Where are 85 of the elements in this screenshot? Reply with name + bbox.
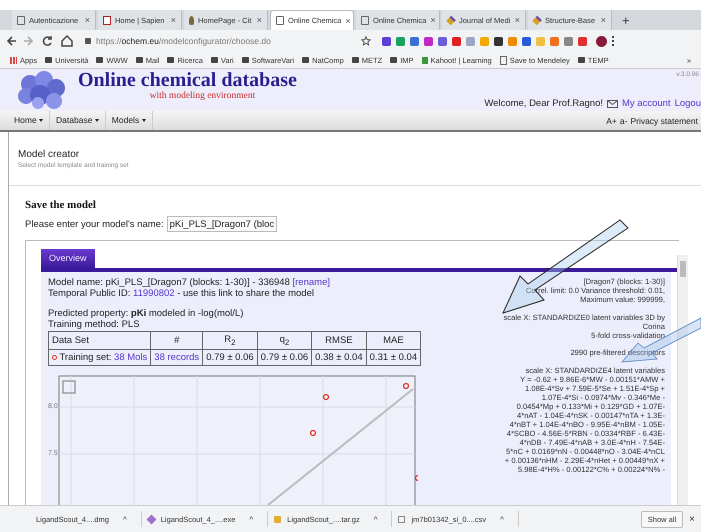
column-header: MAE: [366, 332, 421, 350]
model-name-field[interactable]: pKi_PLS_[Dragon7 (bloc: [166, 216, 277, 232]
new-tab-button[interactable]: +: [614, 12, 638, 28]
column-header: Data Set: [48, 332, 151, 350]
account-link[interactable]: My account: [622, 98, 671, 109]
column-header: q$_{2}$: [257, 332, 312, 350]
data-point: [310, 430, 316, 436]
close-icon[interactable]: ×: [600, 15, 606, 25]
caret-icon[interactable]: ^: [374, 514, 378, 524]
training-method-text: Training method: PLS: [48, 319, 141, 330]
close-icon[interactable]: ×: [84, 15, 90, 25]
close-icon[interactable]: ×: [689, 514, 695, 524]
overview-tab[interactable]: Overview: [41, 249, 95, 268]
square-logo-icon: [103, 16, 111, 24]
k-logo-icon: [422, 56, 428, 64]
column-header: #: [150, 332, 203, 350]
address-field[interactable]: https://ochem.eu/modelconfigurator/choose.do: [96, 36, 356, 46]
predicted-property-text: Predicted property: pKi modeled in -log(mol/L): [48, 308, 244, 319]
back-icon[interactable]: [6, 36, 17, 46]
folder-icon: [210, 57, 218, 63]
folder-icon: [352, 57, 359, 63]
caret-icon: [142, 119, 146, 122]
menu-icon[interactable]: [612, 36, 615, 46]
caret-icon: [94, 119, 99, 122]
table-cell: 0.38 ± 0.04: [312, 349, 366, 366]
table-cell: 0.31 ± 0.04: [366, 349, 421, 366]
menu-link[interactable]: Privacy statement: [630, 116, 698, 126]
field-label: Please enter your model's name:: [25, 218, 164, 230]
page-icon: [276, 16, 284, 25]
records-link[interactable]: 38 records: [150, 349, 203, 366]
caret-icon[interactable]: ^: [122, 514, 127, 524]
page-icon: [500, 56, 507, 64]
page-heading: Model creator: [18, 149, 80, 160]
page-icon: [361, 16, 369, 24]
profile-avatar[interactable]: [596, 36, 607, 46]
site-subtitle: with modeling environment: [150, 90, 256, 100]
scrollbar[interactable]: [677, 255, 688, 505]
menu-item[interactable]: Home: [8, 111, 50, 130]
public-id-link[interactable]: 11990802: [133, 288, 175, 299]
folder-icon: [136, 57, 143, 63]
apps-grid-icon: [10, 56, 17, 64]
menu-item[interactable]: Models: [106, 111, 153, 130]
data-point: [322, 394, 330, 400]
folder-icon: [578, 57, 585, 63]
folder-icon: [167, 57, 174, 63]
folder-icon: [45, 57, 52, 63]
star-icon[interactable]: [361, 36, 371, 46]
folder-icon: [302, 57, 310, 63]
close-icon[interactable]: ×: [170, 15, 176, 25]
column-header: R$_{2}$: [202, 332, 258, 350]
page-icon: [398, 516, 406, 522]
data-point: [402, 382, 410, 389]
page-icon: [17, 16, 25, 24]
close-icon[interactable]: ×: [256, 15, 262, 25]
section-title: Save the model: [25, 199, 97, 211]
close-icon[interactable]: ×: [345, 16, 351, 26]
caret-icon[interactable]: ^: [249, 514, 254, 524]
site-title[interactable]: Online chemical database: [78, 70, 297, 90]
home-icon[interactable]: [61, 34, 73, 47]
public-id-text: Temporal Public ID: 11990802 - use this link to share the model: [48, 288, 315, 299]
expand-icon[interactable]: [62, 380, 76, 394]
caret-icon[interactable]: ^: [500, 514, 504, 524]
menu-item[interactable]: Database: [50, 111, 106, 130]
rename-link[interactable]: [rename]: [292, 277, 330, 288]
data-point: [414, 474, 418, 481]
folder-icon: [390, 57, 398, 63]
folder-icon: [96, 57, 104, 63]
mols-link[interactable]: 38 Mols: [114, 352, 148, 363]
archive-icon: [274, 516, 282, 522]
logout-link[interactable]: Logou: [674, 98, 701, 109]
caret-icon: [39, 119, 44, 122]
table-cell: Training set: 38 Mols: [48, 349, 151, 366]
column-header: RMSE: [312, 332, 366, 350]
close-icon[interactable]: ×: [514, 15, 520, 25]
table-cell: 0.79 ± 0.06: [202, 349, 258, 366]
mail-icon[interactable]: [607, 100, 618, 108]
menu-link[interactable]: a-: [620, 116, 628, 126]
model-name-text: Model name: pKi_PLS_[Dragon7 (blocks: 1-30)] - 336948 [rename]: [48, 277, 331, 288]
close-icon[interactable]: ×: [430, 15, 436, 25]
menu-link[interactable]: A+: [606, 116, 617, 126]
table-cell: 0.79 ± 0.06: [257, 349, 312, 366]
welcome-text: Welcome, Dear Prof.Ragno!: [484, 98, 603, 109]
reload-icon[interactable]: [42, 35, 52, 46]
leaf-icon: [189, 16, 194, 24]
folder-icon: [242, 57, 249, 63]
